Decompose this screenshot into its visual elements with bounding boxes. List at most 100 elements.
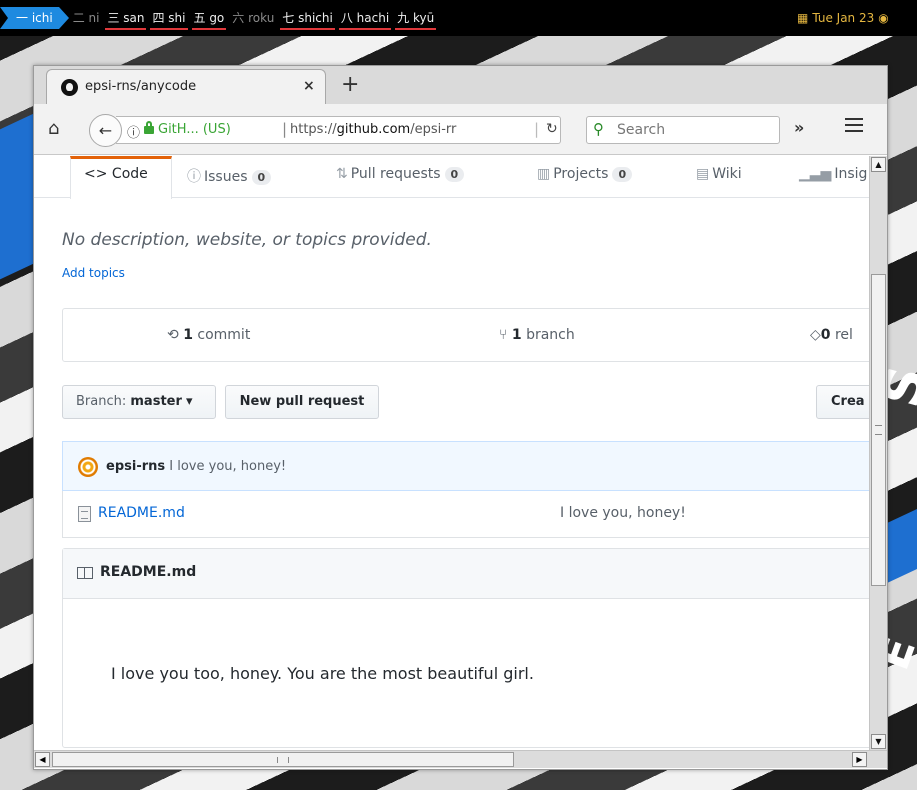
browser-window: epsi-rns/anycode × + ⌂ ⓘ GitH... (US) | … — [33, 65, 888, 770]
reload-separator: | — [534, 120, 540, 138]
url-path: /epsi-rr — [410, 122, 457, 137]
scroll-down-arrow-icon[interactable]: ▼ — [871, 734, 886, 749]
branches-count: 1 — [511, 327, 522, 343]
avatar[interactable] — [78, 457, 98, 477]
file-commit-message[interactable]: I love you, honey! — [560, 505, 686, 521]
releases-link[interactable]: ◇0 rel — [810, 327, 853, 343]
book-icon — [77, 567, 93, 579]
commit-message[interactable]: I love you, honey! — [169, 459, 286, 474]
pull-request-icon: ⇅ — [336, 166, 348, 182]
horizontal-scroll-thumb[interactable] — [52, 752, 514, 767]
search-icon: ⚲ — [593, 120, 604, 138]
create-file-button[interactable]: Crea — [816, 385, 869, 419]
table-row: README.md I love you, honey! — [62, 491, 869, 538]
tab-projects[interactable]: ▥ Projects 0 — [537, 166, 633, 182]
branch-name: master — [130, 394, 182, 409]
tab-issues[interactable]: ⓘ Issues 0 — [187, 166, 272, 186]
readme-body: I love you too, honey. You are the most … — [111, 664, 534, 683]
tab-pull-requests[interactable]: ⇅ Pull requests 0 — [336, 166, 465, 182]
branch-select-button[interactable]: Branch: master ▾ — [62, 385, 216, 419]
hamburger-menu-icon[interactable] — [845, 118, 863, 132]
home-icon[interactable]: ⌂ — [48, 118, 59, 139]
issue-icon: ⓘ — [187, 169, 201, 185]
vertical-scroll-thumb[interactable] — [871, 274, 886, 586]
branch-icon: ⑂ — [499, 327, 508, 343]
repo-nav: <> Code ⓘ Issues 0 ⇅ Pull requests 0 ▥ Projec… — [34, 156, 869, 199]
url-separator: | — [282, 120, 288, 138]
repo-description: No description, website, or topics provi… — [62, 230, 432, 250]
new-pull-request-button[interactable]: New pull request — [225, 385, 379, 419]
tab-anycode[interactable]: epsi-rns/anycode × — [46, 69, 326, 104]
scroll-up-arrow-icon[interactable]: ▲ — [871, 157, 886, 172]
branches-link[interactable]: ⑂ 1 branch — [499, 327, 575, 343]
url-text[interactable]: https://github.com/epsi-rr — [290, 122, 456, 137]
page-viewport: <> Code ⓘ Issues 0 ⇅ Pull requests 0 ▥ Projec… — [34, 156, 869, 750]
vertical-scrollbar[interactable]: ▲ ▼ — [869, 156, 887, 750]
repo-summary: ⟲ 1 commit ⑂ 1 branch ◇0 rel — [62, 308, 869, 362]
search-input[interactable]: ⚲ Search — [586, 116, 780, 144]
workspace-3[interactable]: 三 san — [103, 7, 148, 30]
top-panel: 一 ichi 二 ni 三 san 四 shi 五 go 六 roku 七 sh… — [0, 0, 917, 36]
workspace-9[interactable]: 九 kyū — [393, 7, 438, 30]
back-arrow-icon: ← — [98, 121, 113, 140]
history-icon: ⟲ — [167, 327, 179, 343]
file-name-link[interactable]: README.md — [98, 505, 185, 521]
workspace-1[interactable]: 一 ichi — [0, 7, 69, 29]
branch-label: Branch: — [76, 394, 127, 409]
commits-label: commit — [197, 327, 251, 343]
workspace-7[interactable]: 七 shichi — [278, 7, 337, 30]
workspace-list: 一 ichi 二 ni 三 san 四 shi 五 go 六 roku 七 sh… — [0, 0, 438, 36]
projects-counter: 0 — [612, 167, 633, 182]
clock-date: Tue Jan 23 — [812, 11, 875, 25]
site-identity[interactable]: GitH... (US) — [158, 122, 231, 137]
tab-code-label: Code — [111, 166, 148, 182]
overflow-menu-button[interactable]: » — [794, 118, 804, 137]
reload-icon[interactable]: ↻ — [546, 121, 558, 137]
back-button[interactable]: ← — [89, 114, 122, 147]
tab-wiki-label: Wiki — [712, 166, 742, 182]
close-tab-icon[interactable]: × — [303, 78, 315, 94]
tab-issues-label: Issues — [204, 169, 248, 185]
status-ring-icon: ◉ — [878, 11, 889, 25]
branches-label: branch — [526, 327, 575, 343]
commit-text: epsi-rns I love you, honey! — [106, 459, 286, 474]
wiki-icon: ▤ — [696, 166, 710, 182]
tab-insights-label: Insig — [834, 166, 868, 182]
readme-title: README.md — [100, 564, 197, 580]
caret-down-icon: ▾ — [186, 394, 193, 409]
calendar-icon: ▦ — [797, 11, 809, 25]
issues-counter: 0 — [251, 170, 272, 185]
code-icon: <> — [84, 166, 108, 182]
clock[interactable]: ▦ Tue Jan 23 ◉ — [797, 0, 889, 36]
github-icon — [61, 79, 78, 96]
scroll-right-arrow-icon[interactable]: ▶ — [852, 752, 867, 767]
latest-commit: epsi-rns I love you, honey! — [62, 441, 869, 491]
releases-count: 0 — [820, 327, 831, 343]
workspace-4[interactable]: 四 shi — [148, 7, 189, 30]
tab-bar: epsi-rns/anycode × + — [34, 66, 887, 104]
workspace-2[interactable]: 二 ni — [69, 7, 104, 29]
lock-icon — [144, 121, 154, 134]
info-icon[interactable]: ⓘ — [127, 122, 140, 141]
workspace-6[interactable]: 六 roku — [228, 7, 278, 29]
url-bar[interactable]: ⓘ GitH... (US) | https://github.com/epsi… — [116, 116, 561, 144]
tab-wiki[interactable]: ▤ Wiki — [696, 166, 742, 182]
scroll-left-arrow-icon[interactable]: ◀ — [35, 752, 50, 767]
search-placeholder: Search — [617, 122, 666, 138]
tab-pull-requests-label: Pull requests — [350, 166, 441, 182]
graph-icon: ▁▃▅ — [799, 166, 832, 182]
horizontal-scrollbar[interactable]: ◀ ▶ — [34, 750, 887, 768]
projects-icon: ▥ — [537, 166, 551, 182]
tab-insights[interactable]: ▁▃▅ Insig — [799, 166, 867, 182]
readme-panel: README.md I love you too, honey. You are… — [62, 548, 869, 748]
tab-code[interactable]: <> Code — [70, 156, 172, 199]
add-topics-link[interactable]: Add topics — [62, 266, 125, 280]
commit-author[interactable]: epsi-rns — [106, 459, 165, 474]
new-tab-button[interactable]: + — [341, 72, 359, 98]
url-prefix: https:// — [290, 122, 337, 137]
pull-requests-counter: 0 — [444, 167, 465, 182]
workspace-8[interactable]: 八 hachi — [337, 7, 393, 30]
commits-link[interactable]: ⟲ 1 commit — [167, 327, 250, 343]
nav-toolbar: ⌂ ⓘ GitH... (US) | https://github.com/ep… — [34, 104, 887, 155]
workspace-5[interactable]: 五 go — [190, 7, 229, 30]
